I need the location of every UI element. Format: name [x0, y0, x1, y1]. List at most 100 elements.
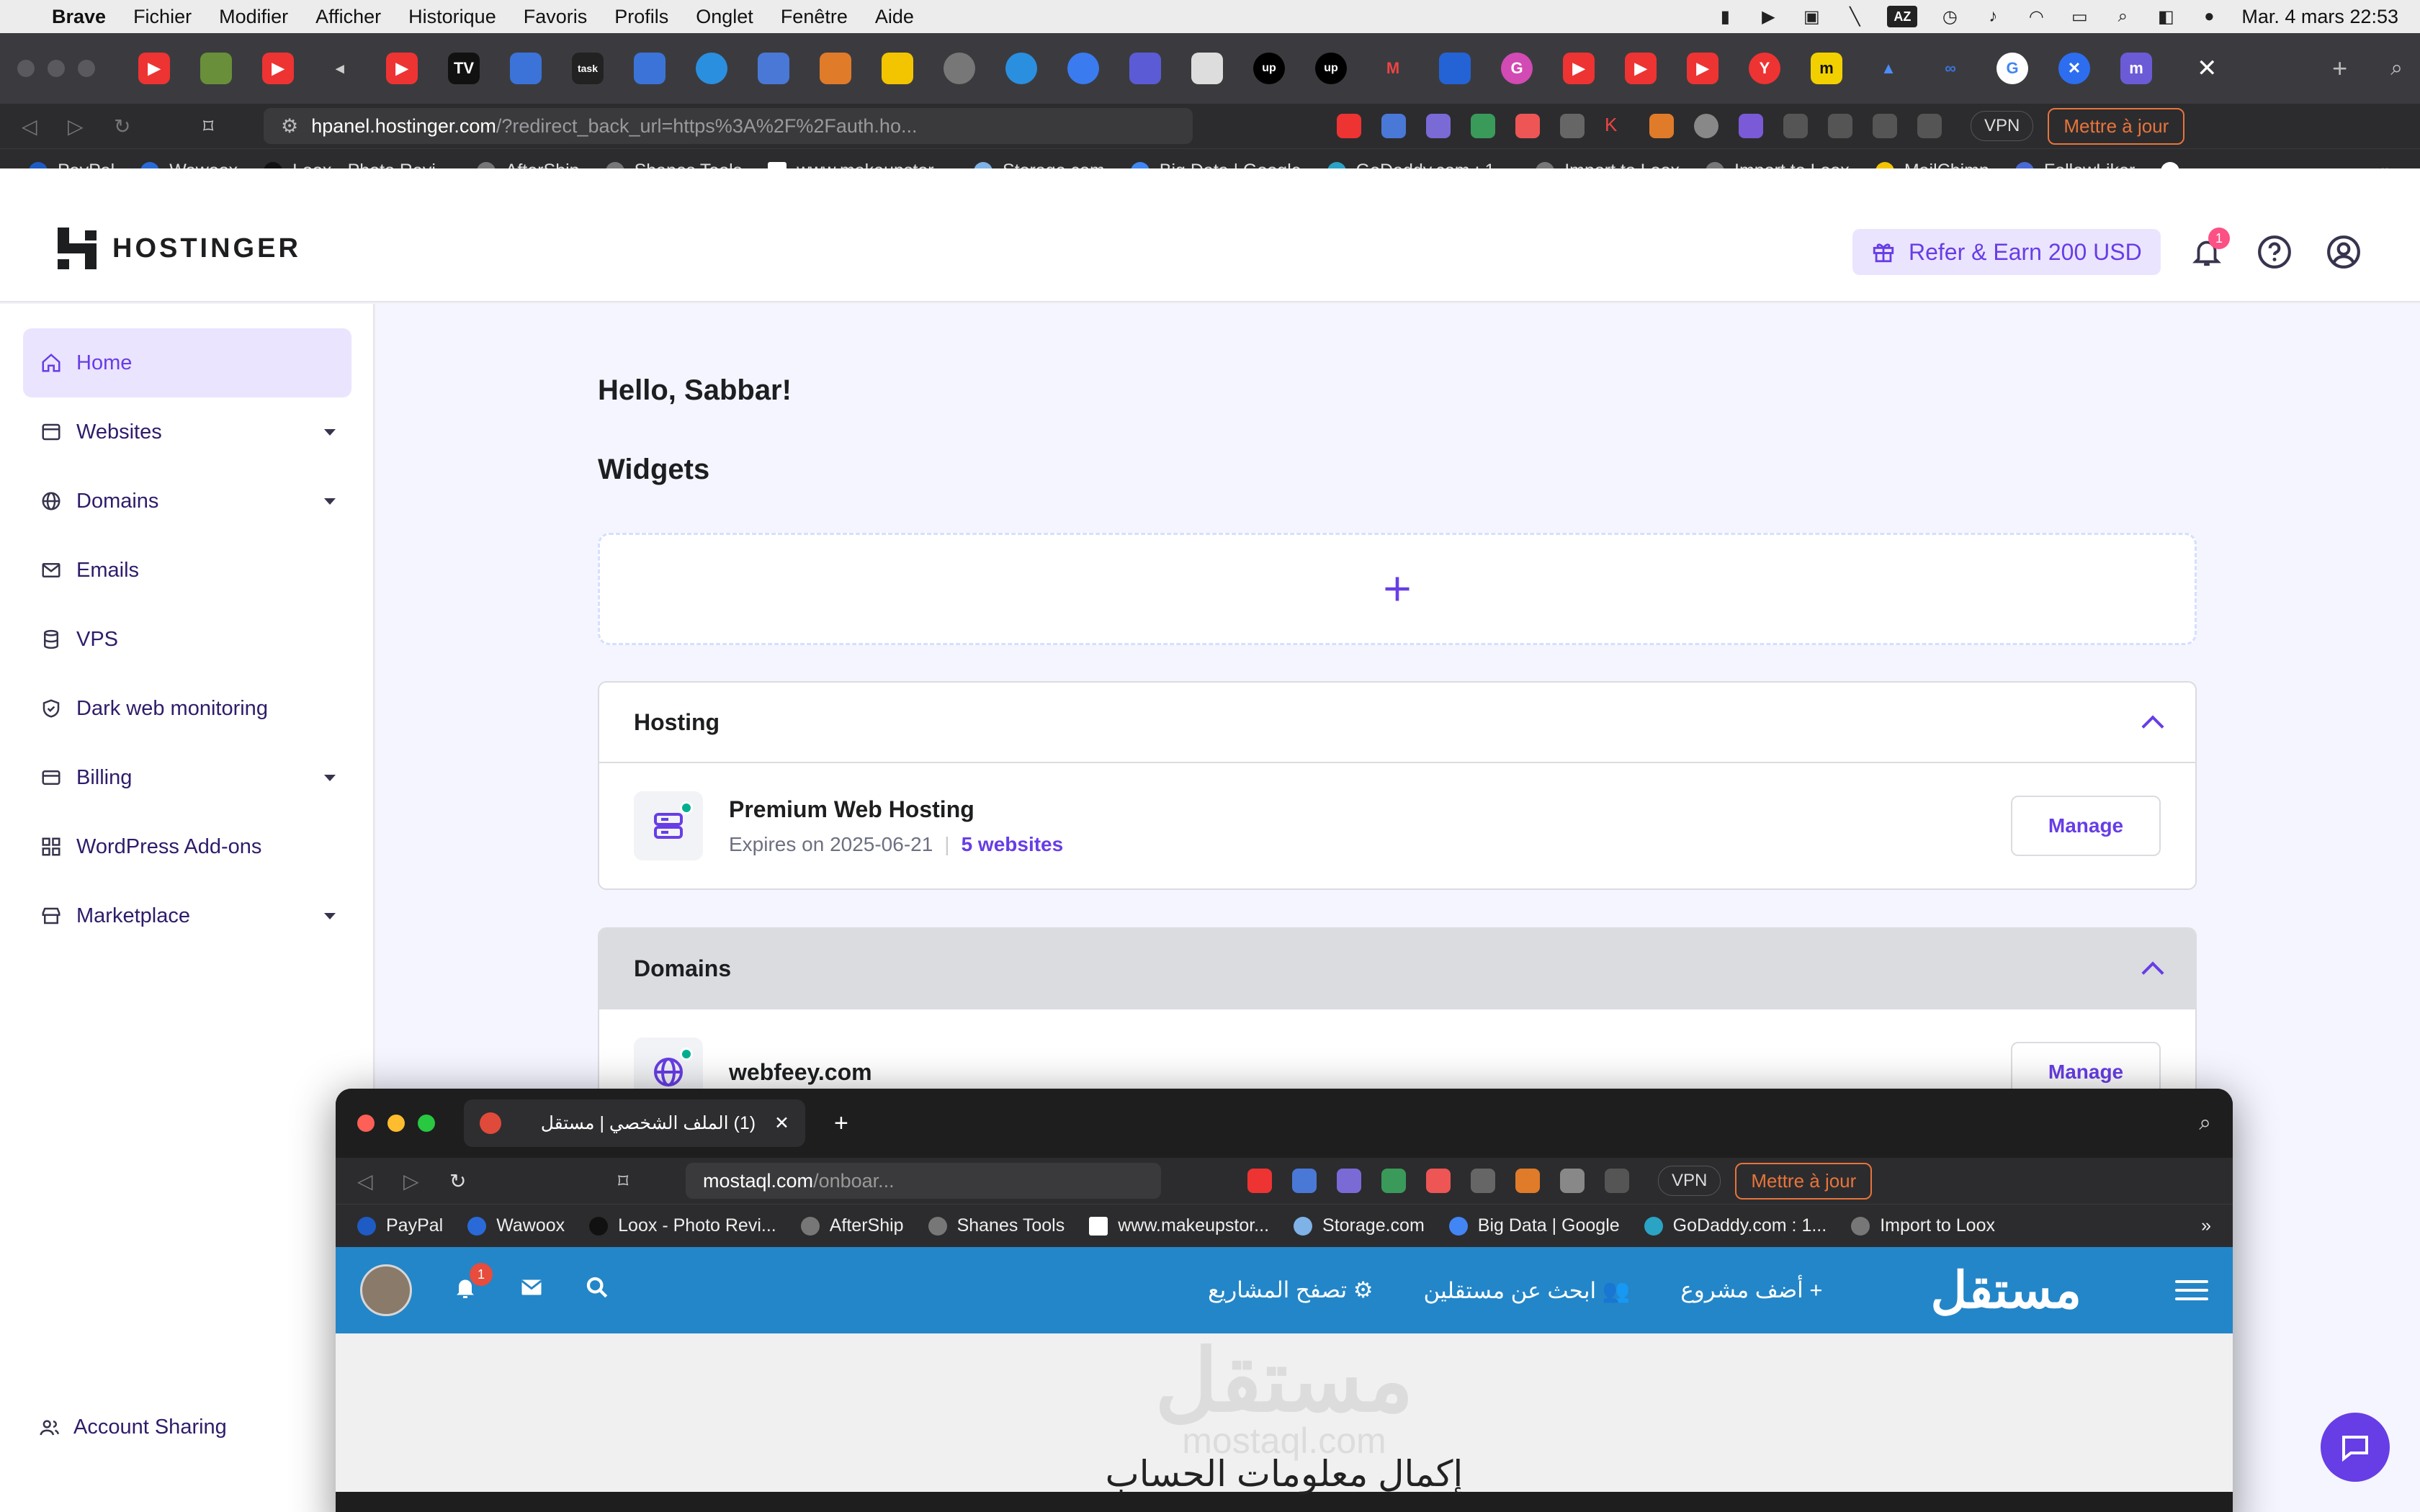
menu-fenetre[interactable]: Fenêtre [781, 6, 848, 28]
mostaql-search-button[interactable] [585, 1275, 609, 1305]
extension-icon[interactable] [1337, 114, 1361, 138]
add-project-link[interactable]: + أضف مشروع [1680, 1277, 1822, 1303]
w2-more-bookmarks-icon[interactable]: » [2201, 1215, 2211, 1236]
sidebar-item-websites[interactable]: Websites [23, 397, 351, 467]
menu-historique[interactable]: Historique [408, 6, 496, 28]
browse-projects-link[interactable]: ⚙ تصفح المشاريع [1208, 1277, 1373, 1303]
sidebar-item-vps[interactable]: VPS [23, 605, 351, 674]
w2-back-button[interactable]: ◁ [357, 1169, 386, 1193]
tab-task[interactable]: task [572, 53, 604, 84]
mostaql-logo[interactable]: مستقل [1931, 1261, 2082, 1320]
tab-youtube[interactable]: ▶ [1563, 53, 1595, 84]
volume-icon[interactable]: ♪ [1982, 6, 2004, 27]
w2-update-button[interactable]: Mettre à jour [1735, 1162, 1873, 1200]
tab-favicon[interactable] [1439, 53, 1471, 84]
extension-icon[interactable] [1649, 114, 1674, 138]
extension-icon[interactable] [1426, 114, 1451, 138]
extension-icon[interactable] [1560, 1169, 1585, 1193]
bookmark-item[interactable]: Loox - Photo Revi... [589, 1215, 776, 1236]
w2-zoom-window-button[interactable] [418, 1115, 435, 1132]
siri-icon[interactable]: ● [2198, 6, 2220, 27]
bookmark-item[interactable]: AfterShip [800, 1215, 904, 1236]
hamburger-menu-icon[interactable] [2175, 1274, 2208, 1306]
tab-search-icon[interactable]: ⌕ [2390, 56, 2403, 81]
forward-button[interactable]: ▷ [68, 114, 97, 138]
hostinger-logo[interactable]: HOSTINGER [58, 228, 301, 269]
live-chat-button[interactable] [2321, 1413, 2390, 1482]
tab-youtube[interactable]: ▶ [262, 53, 294, 84]
w2-reload-button[interactable]: ↻ [449, 1169, 478, 1193]
tab-favicon[interactable] [200, 53, 232, 84]
datetime[interactable]: Mar. 4 mars 22:53 [2241, 6, 2398, 28]
sidebar-item-wordpress-addons[interactable]: WordPress Add-ons [23, 812, 351, 881]
tab-youtube[interactable]: ▶ [1625, 53, 1657, 84]
mostaql-messages-button[interactable] [519, 1274, 544, 1306]
w2-url-field[interactable]: mostaql.com/onboar... [686, 1163, 1161, 1199]
close-tab-icon[interactable]: ✕ [2197, 54, 2218, 83]
chevron-up-icon[interactable] [2141, 715, 2164, 738]
w2-new-tab-button[interactable]: + [834, 1110, 848, 1138]
extension-icon[interactable] [1739, 114, 1763, 138]
bookmark-item[interactable]: PayPal [357, 1215, 443, 1236]
vpn-button[interactable]: VPN [1971, 111, 2034, 141]
bookmark-item[interactable]: Wawoox [467, 1215, 565, 1236]
extension-icon[interactable] [1515, 1169, 1540, 1193]
websites-link[interactable]: 5 websites [962, 833, 1064, 855]
w2-tab-search-icon[interactable]: ⌕ [2199, 1111, 2211, 1135]
update-button[interactable]: Mettre à jour [2048, 107, 2185, 145]
extension-puzzle-icon[interactable] [1605, 1169, 1629, 1193]
media-icon[interactable] [1828, 114, 1852, 138]
slash-icon[interactable]: ╲ [1844, 6, 1865, 27]
w2-minimize-window-button[interactable] [387, 1115, 405, 1132]
avatar[interactable] [360, 1264, 412, 1316]
extension-icon[interactable] [1381, 114, 1406, 138]
w2-bookmark-icon[interactable]: ⌑ [618, 1169, 647, 1193]
tab-favicon[interactable] [696, 53, 727, 84]
spotlight-search-icon[interactable]: ⌕ [2112, 6, 2133, 27]
sidebar-item-home[interactable]: Home [23, 328, 351, 397]
tab-youtube[interactable]: ▶ [138, 53, 170, 84]
tab-meta[interactable]: ∞ [1935, 53, 1966, 84]
menu-aide[interactable]: Aide [875, 6, 914, 28]
zoom-window-button[interactable] [78, 60, 95, 77]
bookmark-item[interactable]: www.makeupstor... [1089, 1215, 1269, 1236]
sidebar-item-emails[interactable]: Emails [23, 536, 351, 605]
tab-favicon[interactable]: ✕ [2058, 53, 2090, 84]
mostaql-notifications-button[interactable]: 1 [452, 1263, 493, 1306]
w2-active-tab[interactable]: (1) الملف الشخصي | مستقل ✕ [464, 1099, 805, 1147]
close-window-button[interactable] [17, 60, 35, 77]
hosting-card-header[interactable]: Hosting [599, 683, 2195, 763]
tab-favicon[interactable] [510, 53, 542, 84]
tab-globe[interactable] [944, 53, 975, 84]
tab-favicon[interactable] [1067, 53, 1099, 84]
control-center-icon[interactable]: ◧ [2155, 6, 2177, 27]
tab-google-ads[interactable]: ▲ [1873, 53, 1904, 84]
bookmark-item[interactable]: Import to Loox [1851, 1215, 1995, 1236]
back-button[interactable]: ◁ [22, 114, 50, 138]
menu-modifier[interactable]: Modifier [219, 6, 288, 28]
domains-card-header[interactable]: Domains [599, 929, 2195, 1009]
menu-afficher[interactable]: Afficher [315, 6, 381, 28]
tab-favicon[interactable]: G [1501, 53, 1533, 84]
play-icon[interactable]: ▶ [1757, 6, 1779, 27]
tab-youtube[interactable]: ▶ [1687, 53, 1718, 84]
extension-icon[interactable] [1560, 114, 1585, 138]
bookmark-item[interactable]: Storage.com [1294, 1215, 1425, 1236]
tab-youtube[interactable]: ▶ [386, 53, 418, 84]
sidebar-item-dark-web-monitoring[interactable]: Dark web monitoring [23, 674, 351, 743]
help-button[interactable] [2254, 232, 2295, 272]
account-sharing-link[interactable]: Account Sharing [39, 1416, 227, 1439]
manage-hosting-button[interactable]: Manage [2011, 796, 2161, 856]
tab-favicon[interactable] [820, 53, 851, 84]
minimize-window-button[interactable] [48, 60, 65, 77]
sidebar-item-billing[interactable]: Billing [23, 743, 351, 812]
tab-favicon[interactable] [1191, 53, 1223, 84]
find-freelancers-link[interactable]: 👥 ابحث عن مستقلين [1424, 1277, 1631, 1304]
sidebar-item-marketplace[interactable]: Marketplace [23, 881, 351, 950]
tab-favicon[interactable] [1129, 53, 1161, 84]
wifi-icon[interactable]: ◠ [2025, 6, 2047, 27]
sidebar-item-domains[interactable]: Domains [23, 467, 351, 536]
battery-icon[interactable]: ▭ [2069, 6, 2090, 27]
extension-icon[interactable] [1292, 1169, 1317, 1193]
tab-upwork[interactable]: up [1315, 53, 1347, 84]
